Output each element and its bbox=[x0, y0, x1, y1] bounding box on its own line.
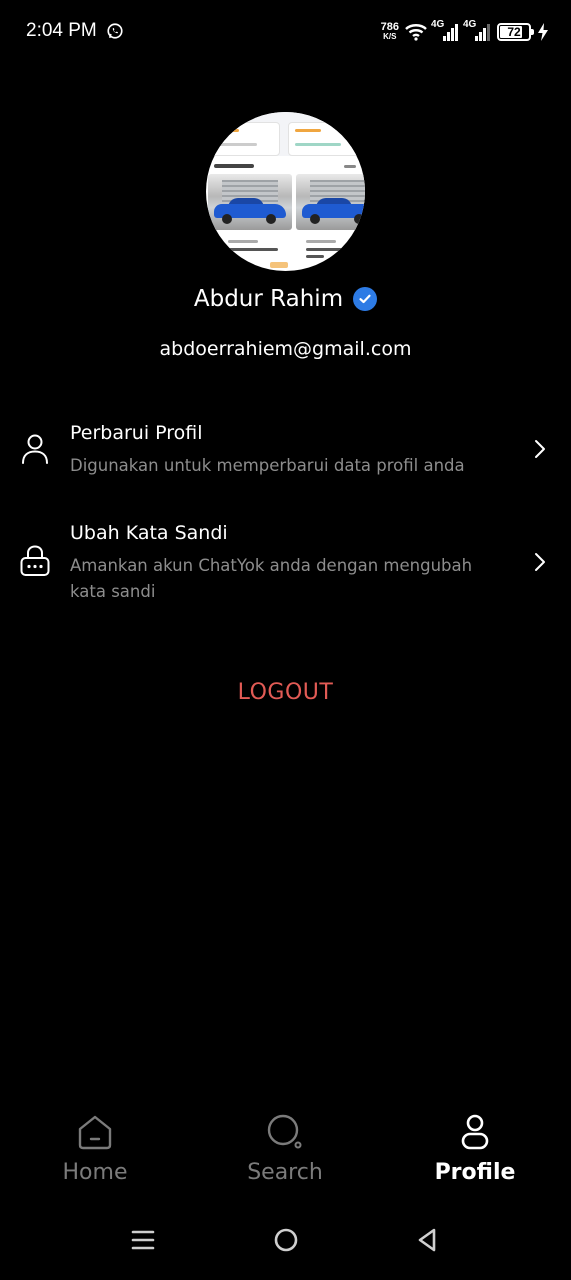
whatsapp-icon bbox=[107, 23, 123, 39]
chevron-right-icon bbox=[535, 553, 545, 571]
signal-icon: 4G bbox=[463, 19, 491, 41]
back-icon[interactable] bbox=[414, 1226, 442, 1254]
system-nav-bar bbox=[0, 1210, 571, 1270]
menu-item-change-password[interactable]: Ubah Kata Sandi Amankan akun ChatYok and… bbox=[0, 510, 571, 610]
charging-icon bbox=[538, 23, 548, 41]
status-time: 2:04 PM bbox=[26, 20, 97, 41]
user-icon bbox=[22, 434, 48, 464]
nav-home[interactable]: Home bbox=[0, 1100, 190, 1200]
menu-item-update-profile[interactable]: Perbarui Profil Digunakan untuk memperba… bbox=[0, 410, 571, 490]
net-speed: 786 K/S bbox=[380, 21, 399, 42]
nav-profile[interactable]: Profile bbox=[380, 1100, 570, 1200]
status-icons: 786 K/S 4G 4G 72 bbox=[381, 18, 549, 46]
menu-title: Ubah Kata Sandi bbox=[70, 522, 228, 544]
home-circle-icon[interactable] bbox=[272, 1226, 300, 1254]
battery-icon: 72 bbox=[497, 23, 534, 41]
logout-button[interactable]: LOGOUT bbox=[0, 680, 571, 705]
search-icon bbox=[267, 1114, 302, 1149]
profile-name: Abdur Rahim bbox=[193, 286, 344, 312]
profile-icon bbox=[461, 1114, 489, 1150]
nav-label: Home bbox=[62, 1160, 128, 1185]
verified-icon bbox=[353, 287, 378, 311]
menu-icon[interactable] bbox=[129, 1226, 157, 1254]
menu-title: Perbarui Profil bbox=[70, 422, 203, 444]
lock-icon bbox=[20, 545, 50, 576]
chevron-right-icon bbox=[535, 440, 545, 458]
nav-label: Profile bbox=[434, 1160, 516, 1185]
signal-icon: 4G bbox=[431, 19, 459, 41]
profile-email: abdoerrahiem@gmail.com bbox=[159, 338, 412, 360]
menu-description: Digunakan untuk memperbarui data profil … bbox=[70, 456, 465, 475]
home-icon bbox=[78, 1115, 112, 1150]
profile-name-row: Abdur Rahim bbox=[0, 286, 571, 312]
nav-label: Search bbox=[247, 1160, 323, 1185]
menu-description: Amankan akun ChatYok anda dengan menguba… bbox=[70, 556, 473, 601]
status-bar: 2:04 PM 786 K/S 4G 4G 72 bbox=[0, 0, 571, 64]
bottom-nav: Home Search Profile bbox=[0, 1100, 571, 1200]
wifi-icon bbox=[405, 24, 427, 41]
avatar[interactable] bbox=[206, 112, 365, 271]
nav-search[interactable]: Search bbox=[190, 1100, 380, 1200]
